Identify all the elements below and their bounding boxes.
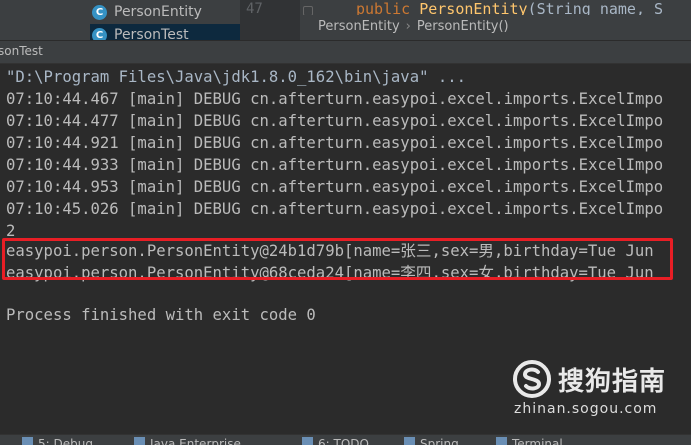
- console-line: 07:10:44.933 [main] DEBUG cn.afterturn.e…: [6, 156, 664, 174]
- console-exit-line: Process finished with exit code 0: [6, 306, 316, 324]
- tree-item-persontest[interactable]: C PersonTest: [90, 24, 242, 40]
- tree-item-personentity[interactable]: C PersonEntity: [92, 1, 202, 23]
- console-line: 07:10:44.467 [main] DEBUG cn.afterturn.e…: [6, 90, 664, 108]
- run-panel-header: sonTest: [0, 40, 691, 64]
- run-tab[interactable]: sonTest: [0, 44, 43, 58]
- line-number: 47: [246, 1, 263, 17]
- console-line: 07:10:44.953 [main] DEBUG cn.afterturn.e…: [6, 178, 664, 196]
- highlight-box: [2, 238, 673, 280]
- watermark-url: zhinan.sogou.com: [514, 401, 658, 417]
- tree-item-label: PersonTest: [114, 27, 189, 40]
- breadcrumb: PersonEntity › PersonEntity(): [300, 15, 691, 37]
- tree-item-label: PersonEntity: [114, 4, 202, 20]
- sogou-logo-icon: [513, 360, 551, 398]
- console-line: 07:10:44.477 [main] DEBUG cn.afterturn.e…: [6, 112, 664, 130]
- breadcrumb-method[interactable]: PersonEntity(): [417, 19, 509, 34]
- editor-area: C PersonEntity C PersonTest 47 public Pe…: [0, 0, 691, 40]
- console-command: "D:\Program Files\Java\jdk1.8.0_162\bin\…: [6, 68, 467, 86]
- console-line: 07:10:44.921 [main] DEBUG cn.afterturn.e…: [6, 134, 664, 152]
- breadcrumb-separator-icon: ›: [405, 18, 411, 34]
- console-line: 07:10:45.026 [main] DEBUG cn.afterturn.e…: [6, 200, 664, 218]
- breadcrumb-class[interactable]: PersonEntity: [318, 19, 400, 34]
- class-icon: C: [92, 4, 107, 20]
- class-icon: C: [92, 27, 107, 40]
- project-tree: C PersonEntity C PersonTest: [0, 0, 242, 40]
- watermark-brand: 搜狗指南: [558, 367, 667, 397]
- tool-window-bar: 5: Debug Java Enterprise 6: TODO Spring …: [0, 434, 691, 445]
